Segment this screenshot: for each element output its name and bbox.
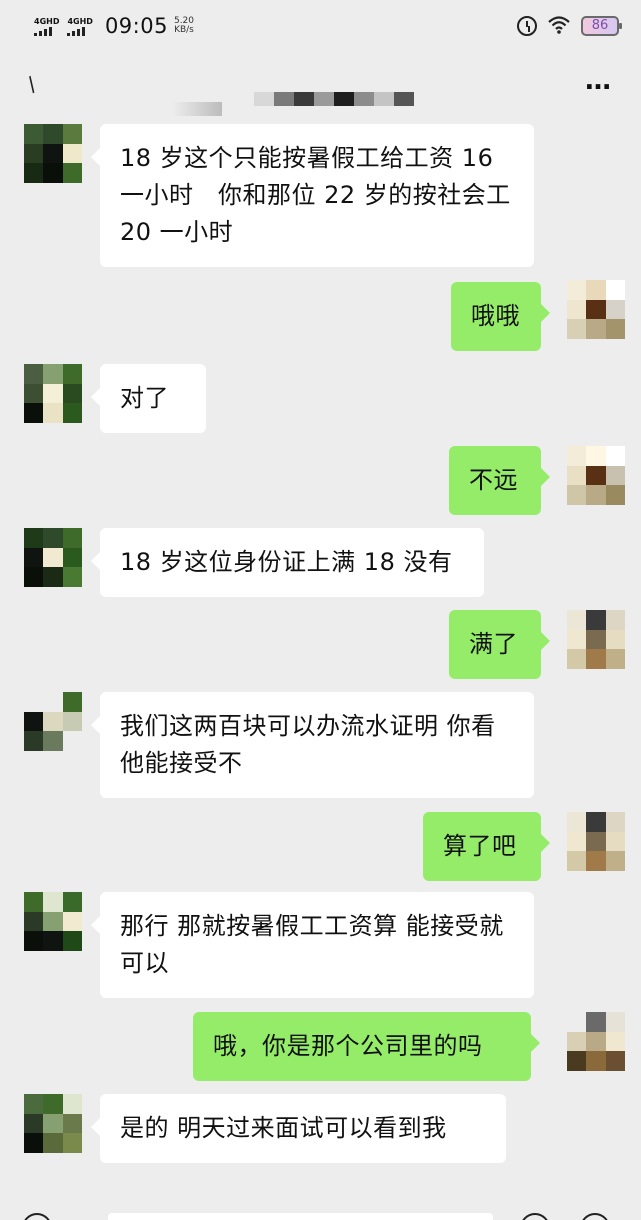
signal-icon: 4GHD: [67, 16, 93, 36]
message-bubble-outgoing[interactable]: 哦，你是那个公司里的吗: [193, 1012, 540, 1081]
alarm-icon: [517, 16, 537, 36]
voice-icon[interactable]: [22, 1213, 52, 1220]
message-bubble-incoming[interactable]: 我们这两百块可以办流水证明 你看他能接受不: [91, 692, 534, 798]
status-bar: 4GHD 4GHD 09:05 5.20 KB/s 86: [0, 0, 641, 52]
add-icon[interactable]: [580, 1213, 610, 1220]
signal-icon: 4GHD: [34, 17, 59, 36]
message-bubble-incoming[interactable]: 18 岁这位身份证上满 18 没有: [91, 528, 484, 597]
avatar[interactable]: [567, 812, 625, 890]
speed-unit: KB/s: [174, 25, 194, 35]
message-bubble-incoming[interactable]: 那行 那就按暑假工工资算 能接受就可以: [91, 892, 534, 998]
emoji-icon[interactable]: [520, 1213, 550, 1220]
message-bubble-outgoing[interactable]: 不远: [449, 446, 550, 515]
more-icon[interactable]: …: [585, 66, 613, 96]
avatar[interactable]: [24, 692, 82, 770]
avatar[interactable]: [24, 1094, 82, 1172]
back-icon[interactable]: ∕: [22, 72, 40, 96]
avatar[interactable]: [567, 280, 625, 358]
network-type: 4GHD: [67, 16, 93, 26]
message-input[interactable]: [108, 1213, 493, 1220]
avatar[interactable]: [24, 124, 82, 202]
message-bubble-incoming[interactable]: 18 岁这个只能按暑假工给工资 16 一小时 你和那位 22 岁的按社会工 20…: [91, 124, 534, 267]
battery-icon: 86: [581, 16, 622, 36]
message-bubble-outgoing[interactable]: 哦哦: [451, 282, 550, 351]
chat-title-mosaic: [254, 92, 414, 106]
network-speed: 5.20 KB/s: [174, 17, 194, 35]
chat-header: ∕ …: [0, 52, 641, 116]
avatar[interactable]: [567, 446, 625, 524]
avatar[interactable]: [567, 1012, 625, 1090]
input-bar: [0, 1205, 641, 1220]
avatar[interactable]: [567, 610, 625, 688]
message-bubble-outgoing[interactable]: 满了: [449, 610, 550, 679]
wifi-icon: [547, 15, 571, 38]
avatar[interactable]: [24, 528, 82, 606]
avatar[interactable]: [24, 892, 82, 970]
message-bubble-incoming[interactable]: 是的 明天过来面试可以看到我: [91, 1094, 506, 1163]
clock: 09:05: [104, 14, 168, 38]
message-bubble-incoming[interactable]: 对了: [91, 364, 206, 433]
message-list[interactable]: 18 岁这个只能按暑假工给工资 16 一小时 你和那位 22 岁的按社会工 20…: [0, 114, 641, 1220]
avatar[interactable]: [24, 364, 82, 442]
network-type: 4GHD: [34, 16, 60, 26]
message-bubble-outgoing[interactable]: 算了吧: [423, 812, 550, 881]
